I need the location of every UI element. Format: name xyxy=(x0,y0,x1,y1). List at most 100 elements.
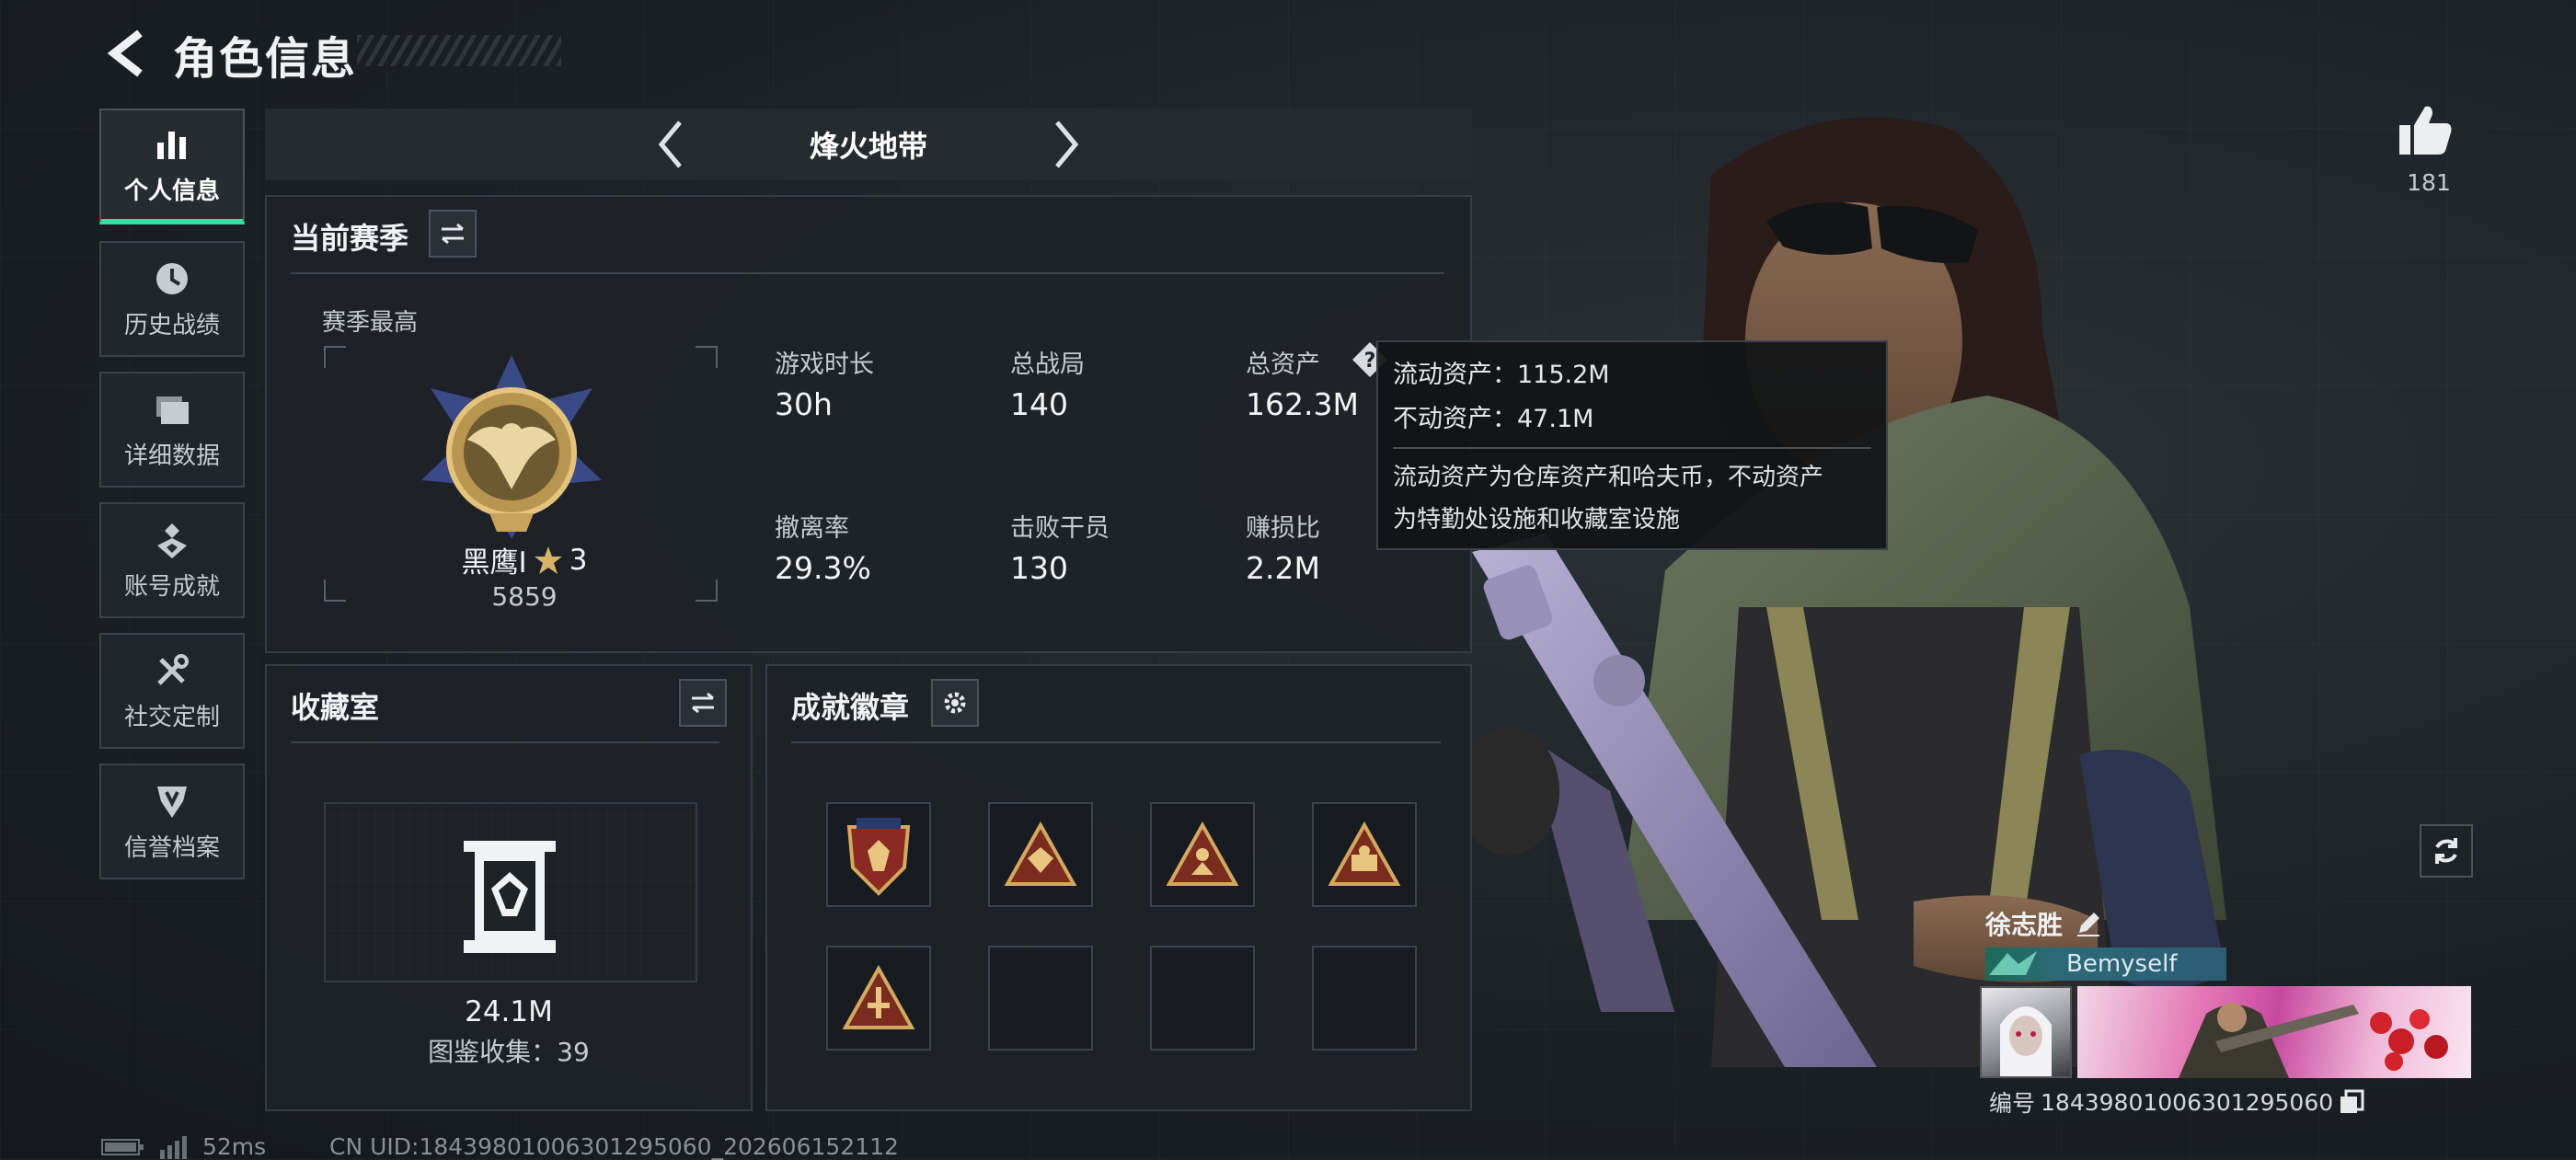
thumbs-up-icon xyxy=(2399,106,2452,155)
chevron-right-icon xyxy=(1055,121,1079,168)
stat-label: 撤离率 xyxy=(775,514,849,543)
frame-corner xyxy=(324,346,346,368)
badge-slot-empty[interactable] xyxy=(988,946,1093,1051)
copy-icon[interactable] xyxy=(2339,1089,2364,1115)
folder-icon xyxy=(156,396,189,424)
badge-slot[interactable] xyxy=(988,802,1093,907)
divider xyxy=(291,272,1444,274)
avatar-portrait-icon xyxy=(2000,1006,2052,1076)
triangle-badge-icon xyxy=(1004,821,1077,886)
vault-icon xyxy=(464,841,556,953)
page-title: 角色信息 xyxy=(173,33,358,85)
triangle-badge-icon xyxy=(1328,821,1401,886)
back-arrow-icon xyxy=(107,29,143,77)
player-name: 徐志胜 xyxy=(1985,910,2064,940)
rank-emblem-icon xyxy=(421,355,602,539)
badges-title: 成就徽章 xyxy=(791,690,910,725)
stat-label: 赚损比 xyxy=(1246,514,1320,543)
clock-icon xyxy=(156,262,188,294)
triangle-badge-icon xyxy=(1166,821,1239,886)
svg-text:?: ? xyxy=(1364,350,1376,373)
stat-value: 29.3% xyxy=(775,550,871,586)
badges-settings-button[interactable] xyxy=(931,679,979,727)
rank-stars: 3 xyxy=(569,543,588,577)
ping-value: 52ms xyxy=(202,1133,267,1160)
sidebar-item-history[interactable]: 历史战绩 xyxy=(99,241,245,357)
triangle-badge-icon xyxy=(842,965,915,1029)
total-assets-tooltip: 流动资产：115.2M 不动资产：47.1M 流动资产为仓库资产和哈夫币，不动资… xyxy=(1376,340,1888,550)
rank-display: 黑鹰I 3 xyxy=(442,539,607,580)
collection-title: 收藏室 xyxy=(291,690,380,725)
tag-emblem-icon xyxy=(1989,951,2037,975)
mode-selector: 烽火地带 xyxy=(265,109,1472,180)
mode-name: 烽火地带 xyxy=(809,129,927,164)
collection-panel: 收藏室 24.1M 图鉴收集：39 xyxy=(265,664,753,1111)
frame-corner xyxy=(696,346,718,368)
achievement-icon xyxy=(157,523,187,558)
tooltip-description: 流动资产为仓库资产和哈夫币，不动资产 xyxy=(1393,464,1824,491)
player-tag: Bemyself xyxy=(1985,948,2226,981)
like-button[interactable] xyxy=(2398,103,2462,164)
battery-icon xyxy=(101,1138,144,1155)
chevron-left-icon xyxy=(658,121,682,168)
badge-slot[interactable] xyxy=(1150,802,1255,907)
stat-value: 130 xyxy=(1010,550,1068,586)
divider xyxy=(291,741,719,743)
switch-season-button[interactable] xyxy=(429,210,477,258)
sidebar-item-label: 详细数据 xyxy=(123,442,220,470)
tooltip-description: 为特勤处设施和收藏室设施 xyxy=(1393,506,1681,534)
avatar[interactable] xyxy=(1980,986,2072,1078)
bar-chart-icon xyxy=(157,131,186,159)
sidebar-item-label: 个人信息 xyxy=(123,177,220,205)
prev-mode-button[interactable] xyxy=(633,109,707,180)
collection-value: 24.1M xyxy=(465,995,553,1028)
uid-text: CN UID:1843980100630129506​0_20260615211… xyxy=(329,1133,899,1160)
stat-label: 击败干员 xyxy=(1010,514,1110,543)
frame-corner xyxy=(324,580,346,602)
season-panel: 当前赛季 赛季最高 黑鹰I 3 5859 游戏时长 30h 总战局 140 总资… xyxy=(265,195,1472,653)
swap-icon xyxy=(692,692,714,714)
sidebar-item-label: 信誉档案 xyxy=(123,833,220,862)
signal-icon xyxy=(160,1135,187,1159)
tooltip-fixed-assets: 不动资产：47.1M xyxy=(1393,405,1594,433)
player-id-row: 编号 1843980100630129506​0 xyxy=(1989,1085,2364,1119)
season-title: 当前赛季 xyxy=(291,221,409,256)
rank-name: 黑鹰I xyxy=(461,546,527,580)
collection-count: 图鉴收集：39 xyxy=(428,1037,590,1067)
rotate-view-button[interactable] xyxy=(2420,824,2473,878)
footer-status: 52ms xyxy=(101,1133,266,1160)
player-banner[interactable] xyxy=(2077,986,2471,1078)
rank-score: 5859 xyxy=(491,581,558,612)
frame-corner xyxy=(696,580,718,602)
badge-slot-empty[interactable] xyxy=(1312,946,1417,1051)
shield-badge-icon xyxy=(846,818,911,896)
switch-collection-button[interactable] xyxy=(679,679,727,727)
badge-slot[interactable] xyxy=(826,946,931,1051)
stat-value: 2.2M xyxy=(1246,550,1320,586)
sidebar-item-label: 历史战绩 xyxy=(123,311,220,339)
back-button[interactable] xyxy=(99,26,155,81)
emblem-icon xyxy=(157,786,187,818)
next-mode-button[interactable] xyxy=(1030,109,1104,180)
sidebar-item-social[interactable]: 社交定制 xyxy=(99,633,245,749)
badge-slot[interactable] xyxy=(1312,802,1417,907)
stat-label: 总资产 xyxy=(1246,350,1320,379)
sidebar-item-personal-info[interactable]: 个人信息 xyxy=(99,109,245,224)
player-id: 1843980100630129506​0 xyxy=(2041,1088,2334,1116)
sidebar-item-achievements[interactable]: 账号成就 xyxy=(99,502,245,618)
player-tag-text: Bemyself xyxy=(2066,950,2178,978)
sidebar-item-detailed-data[interactable]: 详细数据 xyxy=(99,372,245,488)
gear-icon xyxy=(944,692,966,714)
edit-icon[interactable] xyxy=(2074,909,2103,938)
like-count: 181 xyxy=(2407,169,2451,196)
badge-slot[interactable] xyxy=(826,802,931,907)
tools-icon xyxy=(157,653,189,685)
tooltip-liquid-assets: 流动资产：115.2M xyxy=(1393,361,1610,389)
stat-label: 总战局 xyxy=(1010,350,1085,379)
badge-slot-empty[interactable] xyxy=(1150,946,1255,1051)
season-best-label: 赛季最高 xyxy=(322,309,419,337)
star-icon xyxy=(534,546,562,574)
sidebar-item-label: 社交定制 xyxy=(123,703,220,731)
sidebar-item-reputation[interactable]: 信誉档案 xyxy=(99,764,245,879)
swap-icon xyxy=(442,223,464,245)
